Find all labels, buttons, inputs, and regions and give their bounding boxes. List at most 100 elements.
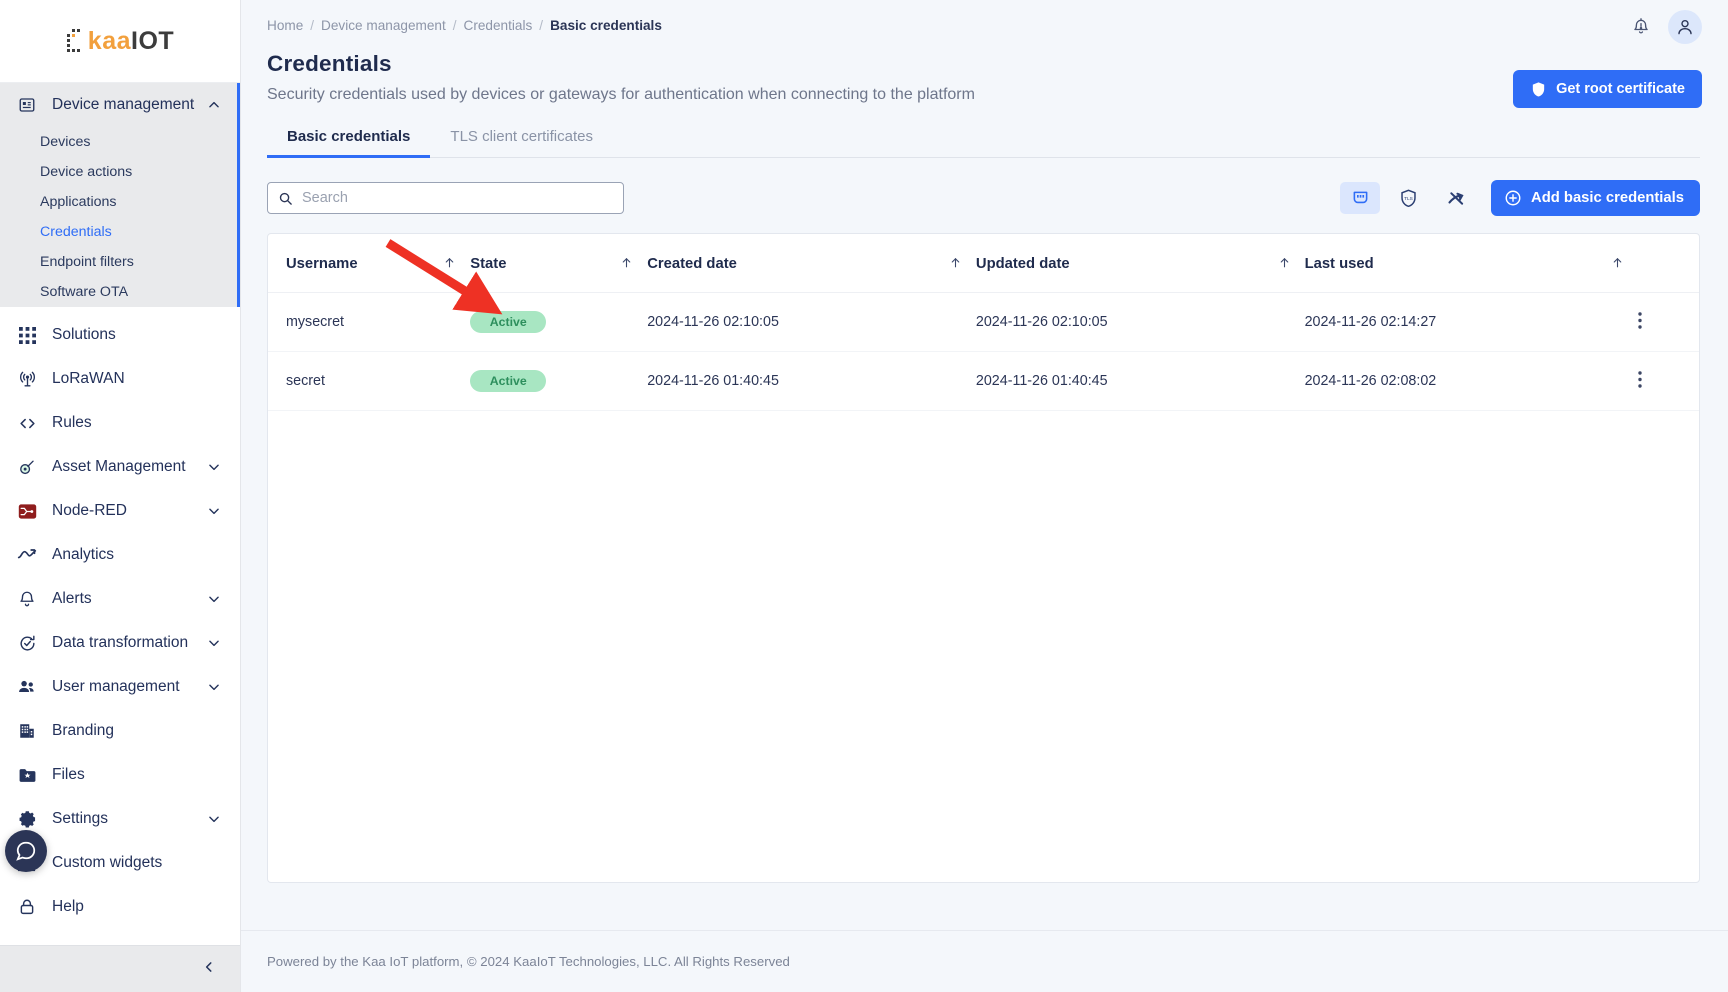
breadcrumb: Home / Device management / Credentials /… <box>267 18 1700 33</box>
sort-arrow-up-icon[interactable] <box>1278 256 1291 272</box>
logo-area[interactable]: kaaIOT <box>0 0 240 83</box>
footer-text: Powered by the Kaa IoT platform, © 2024 … <box>267 954 790 969</box>
sidebar-subitem-device-actions[interactable]: Device actions <box>0 157 240 187</box>
tabs: Basic credentials TLS client certificate… <box>267 128 1700 158</box>
sidebar-item-lorawan[interactable]: LoRaWAN <box>0 357 240 401</box>
sidebar-subitem-applications[interactable]: Applications <box>0 187 240 217</box>
column-header-actions <box>1638 234 1699 293</box>
cell-row-actions <box>1638 292 1699 352</box>
sidebar-item-analytics[interactable]: Analytics <box>0 533 240 577</box>
chevron-down-icon[interactable] <box>206 591 222 607</box>
cell-state: Active <box>470 351 648 411</box>
tab-tls-client-certificates[interactable]: TLS client certificates <box>430 128 613 157</box>
top-right-actions <box>1624 10 1702 44</box>
kebab-menu-icon[interactable] <box>1638 311 1642 333</box>
cell-row-actions <box>1638 351 1699 411</box>
gear-icon <box>16 808 38 830</box>
breadcrumb-credentials[interactable]: Credentials <box>464 18 533 33</box>
sidebar: kaaIOT Device management Devices Device … <box>0 0 241 992</box>
column-header-last-used[interactable]: Last used <box>1304 234 1639 293</box>
sidebar-item-data-transformation[interactable]: Data transformation <box>0 621 240 665</box>
sidebar-item-label: User management <box>52 678 180 695</box>
filter-tls-certificates-button[interactable]: TLS <box>1388 182 1428 214</box>
sidebar-item-label: Help <box>52 898 84 915</box>
chevron-left-icon[interactable] <box>202 960 216 978</box>
building-icon <box>16 720 38 742</box>
sidebar-item-label: Solutions <box>52 326 116 343</box>
kebab-menu-icon[interactable] <box>1638 370 1642 392</box>
chevron-up-icon[interactable] <box>206 97 222 113</box>
chevron-down-icon[interactable] <box>206 503 222 519</box>
logo-text-iot: IOT <box>131 26 175 55</box>
chevron-down-icon[interactable] <box>206 679 222 695</box>
sidebar-item-rules[interactable]: Rules <box>0 401 240 445</box>
chevron-down-icon[interactable] <box>206 459 222 475</box>
cell-state: Active <box>470 292 648 352</box>
sidebar-sublabel: Credentials <box>40 224 112 240</box>
sidebar-item-asset-management[interactable]: Asset Management <box>0 445 240 489</box>
sidebar-item-device-management[interactable]: Device management <box>0 83 240 127</box>
column-label: Updated date <box>975 256 1070 272</box>
column-header-updated-date[interactable]: Updated date <box>975 234 1305 293</box>
cell-updated-date: 2024-11-26 02:10:05 <box>975 292 1305 352</box>
add-basic-credentials-label: Add basic credentials <box>1531 190 1684 206</box>
sidebar-subitem-software-ota[interactable]: Software OTA <box>0 277 240 307</box>
column-label: State <box>470 256 507 272</box>
shield-icon <box>1530 81 1547 98</box>
sort-arrow-up-icon[interactable] <box>949 256 962 272</box>
tab-label: Basic credentials <box>287 128 411 145</box>
sidebar-subitem-credentials[interactable]: Credentials <box>0 217 240 247</box>
breadcrumb-home[interactable]: Home <box>267 18 303 33</box>
notifications-button[interactable] <box>1624 10 1658 44</box>
code-brackets-icon <box>16 412 38 434</box>
support-chat-button[interactable] <box>5 830 47 872</box>
sort-arrow-up-icon[interactable] <box>443 256 456 272</box>
column-header-state[interactable]: State <box>470 234 648 293</box>
sidebar-item-solutions[interactable]: Solutions <box>0 313 240 357</box>
sidebar-item-label: Rules <box>52 414 92 431</box>
breadcrumb-device-management[interactable]: Device management <box>321 18 446 33</box>
account-button[interactable] <box>1668 10 1702 44</box>
chevron-down-icon[interactable] <box>206 811 222 827</box>
sidebar-item-alerts[interactable]: Alerts <box>0 577 240 621</box>
cell-created-date: 2024-11-26 01:40:45 <box>647 351 976 411</box>
search-box[interactable] <box>267 182 624 214</box>
column-header-username[interactable]: Username <box>268 234 471 293</box>
table-row[interactable]: mysecret Active 2024-11-26 02:10:05 2024… <box>268 292 1699 352</box>
device-chip-icon <box>16 94 38 116</box>
chevron-down-icon[interactable] <box>206 635 222 651</box>
filter-basic-credentials-button[interactable] <box>1340 182 1381 214</box>
add-basic-credentials-button[interactable]: Add basic credentials <box>1491 180 1700 216</box>
sidebar-sublabel: Endpoint filters <box>40 254 134 270</box>
table-header-row: Username State Created date Updated date… <box>268 234 1699 293</box>
sort-arrow-up-icon[interactable] <box>620 256 633 272</box>
svg-text:TLS: TLS <box>1404 195 1413 201</box>
get-root-certificate-button[interactable]: Get root certificate <box>1513 70 1702 108</box>
page-header: Home / Device management / Credentials /… <box>241 0 1728 108</box>
column-header-created-date[interactable]: Created date <box>647 234 976 293</box>
logo-text-kaa: kaa <box>87 26 132 55</box>
kaaiot-logo[interactable]: kaaIOT <box>66 24 174 58</box>
sidebar-item-node-red[interactable]: Node-RED <box>0 489 240 533</box>
sidebar-footer <box>0 945 240 992</box>
cell-updated-date: 2024-11-26 01:40:45 <box>975 351 1305 411</box>
sidebar-item-files[interactable]: Files <box>0 753 240 797</box>
folder-star-icon <box>16 764 38 786</box>
breadcrumb-separator: / <box>310 18 315 33</box>
filter-no-credentials-button[interactable] <box>1436 182 1476 214</box>
sidebar-item-branding[interactable]: Branding <box>0 709 240 753</box>
sidebar-subitem-endpoint-filters[interactable]: Endpoint filters <box>0 247 240 277</box>
search-input[interactable] <box>302 190 613 206</box>
sidebar-item-user-management[interactable]: User management <box>0 665 240 709</box>
breadcrumb-separator: / <box>452 18 457 33</box>
sidebar-item-help[interactable]: Help <box>0 885 240 929</box>
cell-username: mysecret <box>268 292 471 352</box>
sidebar-sublabel: Devices <box>40 134 91 150</box>
sort-arrow-up-icon[interactable] <box>1611 256 1624 272</box>
table-row[interactable]: secret Active 2024-11-26 01:40:45 2024-1… <box>268 351 1699 411</box>
chat-bubble-icon <box>16 841 36 861</box>
tab-basic-credentials[interactable]: Basic credentials <box>267 128 431 158</box>
search-icon <box>278 191 293 206</box>
sidebar-subitem-devices[interactable]: Devices <box>0 127 240 157</box>
page-subtitle: Security credentials used by devices or … <box>267 86 975 103</box>
